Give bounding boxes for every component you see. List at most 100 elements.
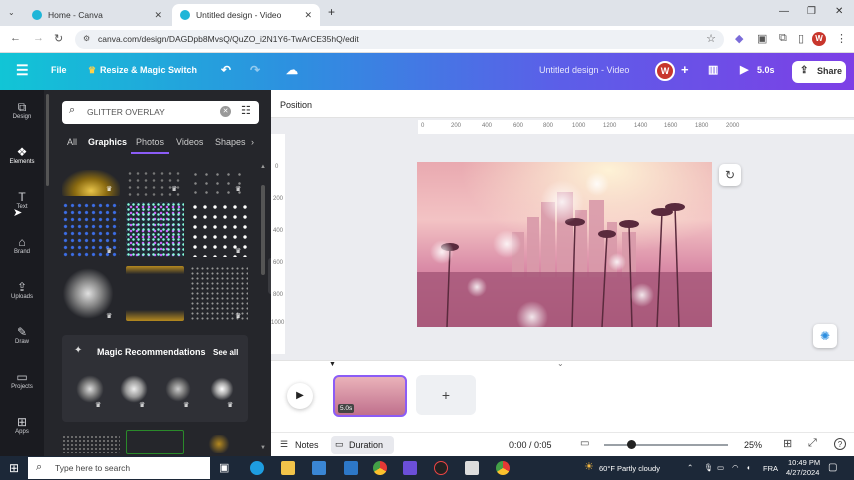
search-input[interactable]: ⌕ GLITTER OVERLAY ✕ ☷ [62,101,259,124]
clock-date[interactable]: 4/27/2024 [786,468,819,477]
reload-icon[interactable]: ↻ [54,32,63,45]
scroll-down-icon[interactable]: ▼ [260,445,266,451]
rail-projects[interactable]: ▭ Projects [0,370,44,390]
design-page[interactable] [417,162,712,327]
add-page-button[interactable]: + [416,375,476,415]
main-menu-icon[interactable]: ☰ [16,62,29,79]
timeline-clip[interactable]: 5.0s [333,375,407,417]
tab-untitled-design[interactable]: Untitled design - Video ✕ [172,4,320,26]
graphic-thumbnail[interactable] [62,435,120,453]
present-duration[interactable]: 5.0s [757,65,775,75]
zoom-slider[interactable] [604,440,728,449]
document-title[interactable]: Untitled design - Video [539,65,629,75]
app-icon[interactable] [403,461,417,475]
play-icon[interactable]: ▶ [740,63,748,76]
fullscreen-icon[interactable]: ⤢ [808,437,817,450]
cloud-save-icon[interactable]: ☁ [286,63,298,77]
refresh-design-button[interactable]: ↻ [719,164,741,186]
notes-button[interactable]: Notes [295,440,319,450]
new-tab-button[interactable]: + [328,5,335,19]
chrome-icon[interactable] [373,461,387,475]
duration-button[interactable]: ▭ Duration [331,436,394,454]
chrome-active-icon[interactable] [496,461,510,475]
graphic-thumbnail[interactable] [126,202,184,257]
rail-uploads[interactable]: ⇪ Uploads [0,280,44,300]
play-button[interactable]: ▶ [287,383,313,409]
panel-content-scrollbar[interactable] [261,185,265,275]
network-icon[interactable]: ▭ [717,463,724,472]
app-icon[interactable] [434,461,448,475]
bookmark-star-icon[interactable]: ☆ [706,32,716,45]
forward-icon[interactable]: → [33,32,44,44]
tab-search-icon[interactable]: ⌄ [8,8,15,17]
calculator-icon[interactable] [465,461,479,475]
clear-search-icon[interactable]: ✕ [220,106,231,117]
zoom-percent[interactable]: 25% [744,440,762,450]
share-button[interactable]: ⇪ Share [792,61,846,83]
tab-photos[interactable]: Photos [136,137,164,147]
language-indicator[interactable]: FRA [763,464,778,473]
extension-icon[interactable]: ◆ [735,32,743,45]
profile-avatar[interactable]: W [812,32,826,46]
sidepanel-icon[interactable]: ▯ [798,32,804,45]
zoom-slider-thumb[interactable] [627,440,636,449]
help-button[interactable]: ? [834,438,846,450]
wifi-icon[interactable]: ◠ [732,463,739,472]
rail-design[interactable]: ⧉ Design [0,100,44,120]
tabs-scroll-right-icon[interactable]: › [251,137,254,147]
site-info-icon[interactable]: ⚙ [83,34,90,43]
user-avatar[interactable]: W [655,61,675,81]
position-button[interactable]: Position [280,100,312,110]
grid-view-icon[interactable]: ⊞ [783,437,792,450]
tab-close-icon[interactable]: ✕ [304,10,312,21]
back-icon[interactable]: ← [10,32,21,44]
windows-start-icon[interactable]: ⊞ [9,461,19,475]
graphic-thumbnail[interactable] [204,435,234,453]
maximize-icon[interactable]: ❐ [807,6,816,17]
filter-icon[interactable]: ☷ [241,104,251,117]
tray-overflow-icon[interactable]: ⌃ [687,463,693,472]
url-field[interactable]: ⚙ canva.com/design/DAGDpb8MvsQ/QuZO_i2N1… [75,30,724,49]
rail-apps[interactable]: ⊞ Apps [0,415,44,435]
mic-icon[interactable]: 🎙 [704,463,714,472]
resize-magic-switch-button[interactable]: Resize & Magic Switch [100,65,197,75]
panel-scrollbar[interactable] [46,94,49,186]
rail-brand[interactable]: ⌂ Brand [0,235,44,255]
weather-text[interactable]: 60°F Partly cloudy [599,464,660,473]
store-icon[interactable] [312,461,326,475]
extension-icon[interactable]: ▣ [757,32,767,45]
rail-elements[interactable]: ❖ Elements [0,145,44,165]
graphic-thumbnail[interactable] [116,375,152,403]
tab-all[interactable]: All [67,137,77,147]
notifications-icon[interactable]: ▢ [828,462,837,473]
volume-icon[interactable]: ◖ [746,463,751,472]
undo-icon[interactable]: ↶ [221,63,231,77]
task-view-icon[interactable]: ▣ [219,461,229,474]
browser-menu-icon[interactable]: ⋮ [836,32,847,45]
see-all-link[interactable]: See all [213,348,238,357]
graphic-thumbnail[interactable] [204,375,240,403]
graphic-thumbnail[interactable] [126,266,184,321]
taskbar-search-input[interactable]: ⌕ Type here to search [28,457,210,479]
edge-icon[interactable] [250,461,264,475]
playhead-marker-icon[interactable]: ▼ [329,361,336,368]
tab-videos[interactable]: Videos [176,137,203,147]
fit-screen-icon[interactable]: ▭ [580,438,589,449]
graphic-thumbnail[interactable] [160,375,196,403]
add-collaborator-icon[interactable]: + [681,62,689,77]
redo-icon[interactable]: ↷ [250,63,260,77]
mail-icon[interactable] [344,461,358,475]
graphic-thumbnail[interactable] [126,430,184,454]
extensions-puzzle-icon[interactable]: ⧉ [779,32,787,45]
minimize-icon[interactable]: — [779,6,789,17]
rail-draw[interactable]: ✎ Draw [0,325,44,345]
timeline-collapse-icon[interactable]: ⌄ [557,359,564,368]
file-menu-button[interactable]: File [51,65,67,75]
tab-home-canva[interactable]: Home - Canva ✕ [24,4,170,26]
window-close-icon[interactable]: ✕ [835,6,843,17]
clock-time[interactable]: 10:49 PM [788,458,820,467]
scroll-up-icon[interactable]: ▲ [260,164,266,170]
tab-close-icon[interactable]: ✕ [154,10,162,21]
magic-assistant-button[interactable]: ✺ [813,324,837,348]
graphic-thumbnail[interactable] [72,375,108,403]
